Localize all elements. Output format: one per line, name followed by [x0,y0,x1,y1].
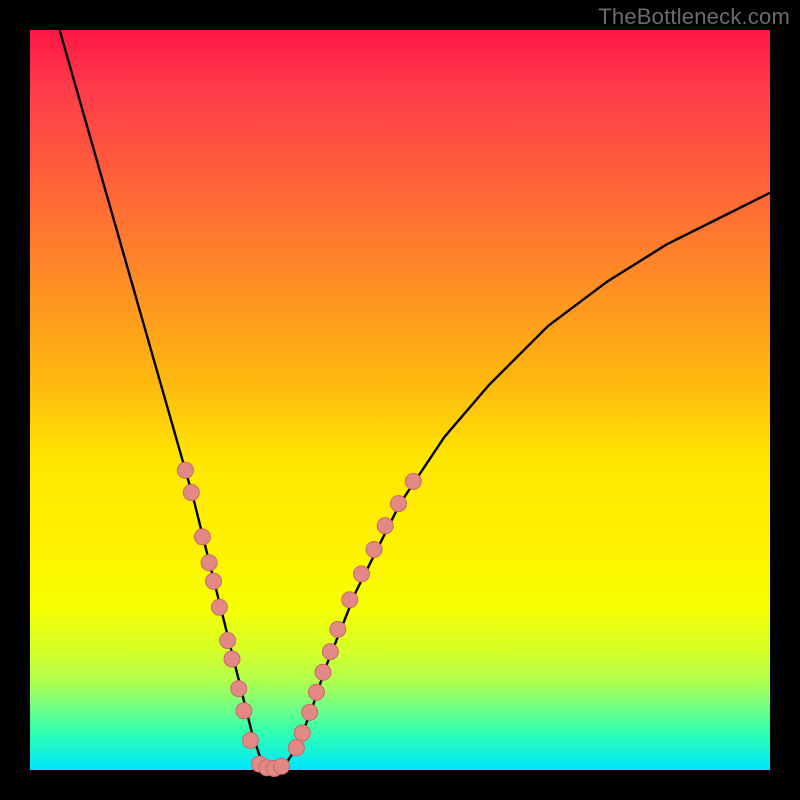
marker-left-2 [194,529,210,545]
marker-left-3 [201,555,217,571]
marker-bottom-3 [274,758,290,774]
marker-right-8 [354,566,370,582]
marker-right-6 [330,621,346,637]
watermark-text: TheBottleneck.com [598,4,790,30]
marker-right-3 [308,684,324,700]
marker-left-5 [211,599,227,615]
marker-left-10 [243,732,259,748]
marker-right-4 [315,664,331,680]
marker-left-9 [236,703,252,719]
bottleneck-curve [60,30,770,770]
marker-right-7 [342,592,358,608]
marker-left-6 [220,633,236,649]
marker-group [177,462,421,776]
chart-svg [30,30,770,770]
marker-left-8 [231,681,247,697]
marker-right-1 [294,725,310,741]
marker-right-9 [366,542,382,558]
marker-right-12 [405,473,421,489]
marker-right-5 [322,644,338,660]
chart-frame: TheBottleneck.com [0,0,800,800]
marker-right-0 [288,740,304,756]
marker-left-0 [177,462,193,478]
marker-right-2 [302,704,318,720]
marker-left-1 [183,485,199,501]
plot-area [30,30,770,770]
marker-right-11 [391,496,407,512]
marker-left-4 [206,573,222,589]
marker-right-10 [377,518,393,534]
marker-left-7 [224,651,240,667]
